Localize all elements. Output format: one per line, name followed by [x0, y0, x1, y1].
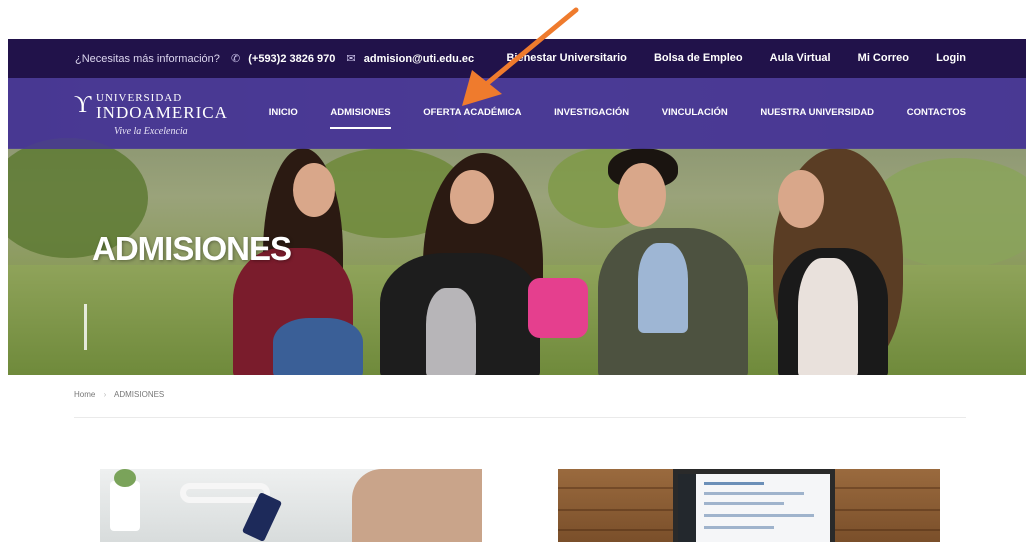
- divider: [74, 417, 966, 418]
- contact-info: ¿Necesitas más información? ✆ (+593)2 38…: [75, 52, 474, 65]
- phone-number[interactable]: (+593)2 3826 970: [248, 53, 335, 65]
- page-title: ADMISIONES: [92, 230, 292, 267]
- mail-icon: ✉: [346, 53, 356, 65]
- link-aula-virtual[interactable]: Aula Virtual: [770, 52, 831, 64]
- link-mi-correo[interactable]: Mi Correo: [858, 52, 909, 64]
- nav-item-contactos[interactable]: CONTACTOS: [907, 107, 966, 118]
- breadcrumb-separator-icon: ›: [103, 390, 107, 399]
- breadcrumb: Home › ADMISIONES: [74, 390, 164, 399]
- card-image-writing[interactable]: [100, 469, 482, 542]
- logo-line2: INDOAMERICA: [96, 103, 228, 122]
- nav-item-vinculacion[interactable]: VINCULACIÓN: [662, 107, 728, 118]
- breadcrumb-current: ADMISIONES: [114, 390, 165, 399]
- nav-menu: INICIO ADMISIONES OFERTA ACADÉMICA INVES…: [239, 107, 966, 129]
- nav-item-inicio[interactable]: INICIO: [269, 107, 298, 118]
- nav-item-admisiones[interactable]: ADMISIONES: [330, 107, 391, 129]
- phone-icon: ✆: [230, 53, 241, 65]
- logo-tagline: Vive la Excelencia: [114, 126, 188, 137]
- link-login[interactable]: Login: [936, 52, 966, 64]
- card-image-laptop[interactable]: [558, 469, 940, 542]
- breadcrumb-home[interactable]: Home: [74, 390, 95, 399]
- nav-item-nuestra-universidad[interactable]: NUESTRA UNIVERSIDAD: [760, 107, 874, 118]
- info-question: ¿Necesitas más información?: [75, 53, 220, 65]
- annotation-arrow-icon: [462, 7, 579, 106]
- link-bolsa-empleo[interactable]: Bolsa de Empleo: [654, 52, 743, 64]
- logo-emblem-icon: ϒ: [74, 92, 92, 118]
